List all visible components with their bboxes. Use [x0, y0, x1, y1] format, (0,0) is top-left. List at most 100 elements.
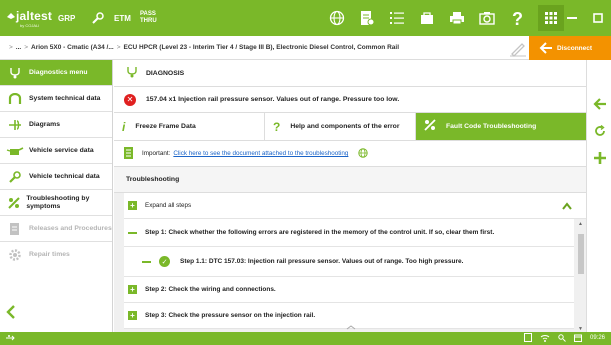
pass-thru-label[interactable]: PASS THRU — [140, 0, 180, 36]
grp-label[interactable]: GRP — [58, 0, 84, 36]
add-icon[interactable] — [592, 150, 608, 166]
back-arrow-icon[interactable] — [592, 96, 608, 112]
diagnosis-header: DIAGNOSIS — [114, 60, 586, 87]
sidebar-item-label: Diagrams — [29, 120, 60, 128]
tab-label: Help and components of the error — [290, 123, 400, 130]
cart-icon[interactable] — [412, 0, 442, 36]
chevron-up-icon[interactable] — [346, 325, 356, 332]
etm-label[interactable]: ETM — [114, 0, 140, 36]
sidebar-item-label: Repair times — [29, 251, 70, 259]
printer-icon[interactable] — [442, 0, 472, 36]
calendar-icon — [574, 334, 582, 344]
wrench-icon[interactable] — [84, 11, 112, 25]
status-icons — [524, 333, 582, 344]
sidebar-item-vehicle-technical-data[interactable]: Vehicle technical data — [0, 164, 112, 190]
back-chevron-icon[interactable] — [6, 305, 16, 324]
tab-label: Freeze Frame Data — [135, 123, 196, 130]
scrollbar-thumb[interactable] — [578, 234, 584, 274]
step-label: Step 1: Check whether the following erro… — [145, 229, 495, 236]
globe-icon[interactable] — [358, 147, 369, 160]
step-1-1[interactable]: ✓ Step 1.1: DTC 157.03: Injection rail p… — [124, 247, 574, 277]
pass-thru-line1: PASS — [140, 11, 156, 17]
tab-freeze-frame-data[interactable]: i Freeze Frame Data — [114, 113, 265, 140]
magnet-icon — [5, 92, 25, 105]
maximize-icon — [593, 13, 603, 23]
diagnostics-icon — [126, 66, 138, 80]
diagnostics-icon — [5, 67, 25, 79]
troubleshooting-icon — [424, 119, 436, 134]
svg-text:?: ? — [512, 9, 523, 27]
sidebar-item-diagnostics-menu[interactable]: Diagnostics menu — [0, 60, 112, 86]
breadcrumb-item-ecu[interactable]: ECU HPCR (Level 23 - Interim Tier 4 / St… — [124, 44, 399, 51]
sidebar-item-vehicle-service-data[interactable]: Vehicle service data — [0, 138, 112, 164]
minus-icon — [128, 231, 137, 234]
pass-thru-line2: THRU — [140, 18, 157, 24]
logo-subtext: by COJALI — [20, 22, 40, 28]
wrench-icon — [5, 170, 25, 184]
search-icon — [558, 333, 566, 344]
releases-icon — [5, 222, 25, 236]
breadcrumb-item-ellipsis[interactable]: ... — [16, 44, 21, 51]
device-icon — [524, 333, 532, 344]
plus-icon: + — [128, 285, 137, 294]
tab-label: Fault Code Troubleshooting — [446, 123, 537, 130]
disconnect-button[interactable]: Disconnect — [529, 36, 611, 60]
step-label: Step 1.1: DTC 157.03: Injection rail pre… — [180, 258, 464, 265]
refresh-icon[interactable] — [592, 123, 608, 139]
tab-help-and-components[interactable]: ? Help and components of the error — [265, 113, 416, 140]
jaltest-logo[interactable]: jaltest by COJALI — [0, 0, 58, 36]
minus-icon — [142, 260, 151, 263]
minimize-button[interactable] — [559, 0, 585, 36]
breadcrumb-item-vehicle[interactable]: Arion 5X0 - Cmatic (A34 /... — [31, 44, 114, 51]
steps-scrollbar[interactable]: ▲ ▼ — [576, 219, 586, 332]
scroll-up-icon[interactable]: ▲ — [578, 221, 583, 227]
plus-icon: + — [128, 201, 137, 210]
chevron-up-icon[interactable] — [562, 199, 572, 213]
document-link[interactable]: Click here to see the document attached … — [173, 150, 348, 157]
report-icon[interactable] — [352, 0, 382, 36]
sidebar-item-repair-times[interactable]: Repair times — [0, 242, 112, 268]
right-action-bar — [586, 60, 611, 332]
edit-icon[interactable] — [508, 41, 528, 57]
sidebar-item-label: Diagnostics menu — [29, 68, 88, 76]
help-icon: ? — [273, 119, 281, 134]
list-icon[interactable] — [382, 0, 412, 36]
sidebar-item-label: Vehicle technical data — [29, 172, 100, 180]
sidebar-item-label: Vehicle service data — [29, 146, 94, 154]
breadcrumb-separator: > — [116, 44, 121, 51]
globe-icon[interactable] — [322, 0, 352, 36]
disconnect-label: Disconnect — [557, 44, 593, 52]
error-row: ✕ 157.04 x1 Injection rail pressure sens… — [114, 87, 586, 113]
sidebar-item-diagrams[interactable]: Diagrams — [0, 112, 112, 138]
step-label: Step 2: Check the wiring and connections… — [145, 286, 276, 293]
help-icon[interactable]: ? — [502, 0, 532, 36]
document-row: Important: Click here to see the documen… — [114, 141, 586, 167]
tab-fault-code-troubleshooting[interactable]: Fault Code Troubleshooting — [416, 113, 586, 140]
sidebar-item-label: System technical data — [29, 94, 101, 102]
sidebar: Diagnostics menu System technical data D… — [0, 60, 113, 332]
expand-all-steps[interactable]: + Expand all steps — [124, 193, 586, 219]
expand-label: Expand all steps — [145, 202, 192, 209]
document-icon — [124, 146, 134, 161]
plus-icon: + — [128, 311, 137, 320]
usb-icon — [6, 334, 16, 344]
camera-icon[interactable] — [472, 0, 502, 36]
troubleshooting-icon — [5, 196, 22, 210]
step-label: Step 3: Check the pressure sensor on the… — [145, 312, 316, 319]
error-icon: ✕ — [124, 93, 136, 106]
breadcrumb: > ... > Arion 5X0 - Cmatic (A34 /... > E… — [0, 44, 399, 51]
step-1[interactable]: Step 1: Check whether the following erro… — [124, 219, 574, 247]
top-bar: jaltest by COJALI GRP ETM PASS THRU ? — [0, 0, 611, 36]
step-2[interactable]: + Step 2: Check the wiring and connectio… — [124, 277, 574, 303]
sidebar-item-system-technical-data[interactable]: System technical data — [0, 86, 112, 112]
arrow-left-icon — [539, 42, 552, 54]
sidebar-item-troubleshooting-by-symptoms[interactable]: Troubleshooting by symptoms — [0, 190, 112, 216]
gear-icon — [5, 248, 25, 262]
sidebar-item-releases-and-procedures[interactable]: Releases and Procedures — [0, 216, 112, 242]
diagram-icon — [5, 118, 25, 132]
check-icon: ✓ — [159, 256, 170, 267]
logo-icon — [7, 12, 15, 19]
page-title: DIAGNOSIS — [146, 69, 185, 77]
main-panel: DIAGNOSIS ✕ 157.04 x1 Injection rail pre… — [114, 60, 586, 332]
maximize-button[interactable] — [585, 0, 611, 36]
